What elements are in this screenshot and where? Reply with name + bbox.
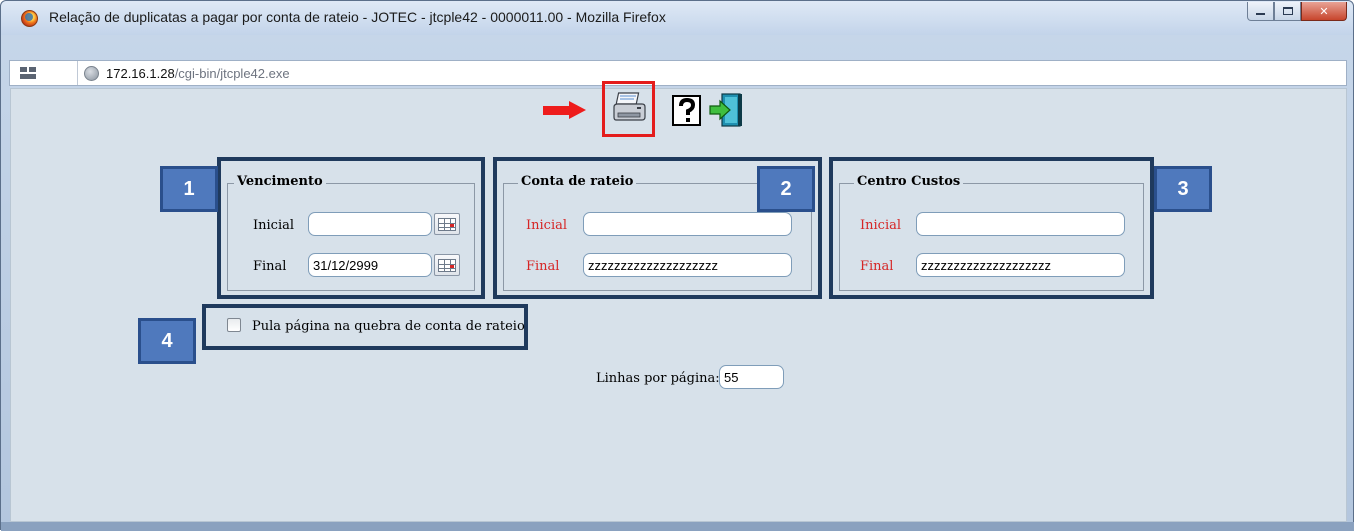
firefox-icon <box>21 10 38 27</box>
conta-rateio-final-label: Final <box>526 259 560 274</box>
help-button[interactable] <box>672 95 702 127</box>
maximize-button[interactable] <box>1274 2 1301 21</box>
exit-door-icon <box>709 93 742 127</box>
callout-badge-1: 1 <box>160 166 218 212</box>
callout-badge-4: 4 <box>138 318 196 364</box>
vencimento-inicial-label: Inicial <box>253 218 295 233</box>
panorama-icon[interactable] <box>20 67 36 79</box>
close-window-button[interactable]: ✕ <box>1301 2 1347 21</box>
window-controls: ✕ <box>1247 2 1347 21</box>
vencimento-legend: Vencimento <box>234 174 326 189</box>
pula-pagina-checkbox[interactable] <box>227 318 241 332</box>
close-icon: ✕ <box>1319 4 1329 18</box>
url-host: 172.16.1.28 <box>106 66 175 81</box>
vencimento-final-input[interactable] <box>308 253 432 277</box>
centro-custos-inicial-input[interactable] <box>916 212 1125 236</box>
exit-button[interactable] <box>708 92 748 128</box>
title-bar: Relação de duplicatas a pagar por conta … <box>1 1 1353 35</box>
address-bar[interactable]: 172.16.1.28/cgi-bin/jtcple42.exe <box>9 60 1347 86</box>
maximize-icon <box>1282 7 1293 15</box>
print-button[interactable] <box>602 81 655 137</box>
nav-separator <box>66 61 78 85</box>
linhas-por-pagina-input[interactable] <box>719 365 784 389</box>
linhas-por-pagina-label: Linhas por página: <box>596 371 720 386</box>
conta-rateio-inicial-label: Inicial <box>526 218 568 233</box>
url-text[interactable]: 172.16.1.28/cgi-bin/jtcple42.exe <box>106 66 290 81</box>
vencimento-inicial-calendar-button[interactable] <box>434 213 460 235</box>
printer-icon <box>612 92 646 121</box>
pula-pagina-label: Pula página na quebra de conta de rateio <box>252 319 525 334</box>
help-icon <box>672 95 701 126</box>
conta-rateio-inicial-input[interactable] <box>583 212 792 236</box>
minimize-icon <box>1256 13 1265 15</box>
vencimento-final-label: Final <box>253 259 287 274</box>
centro-custos-final-input[interactable] <box>916 253 1125 277</box>
conta-rateio-final-input[interactable] <box>583 253 792 277</box>
callout-badge-2: 2 <box>757 166 815 212</box>
vencimento-final-calendar-button[interactable] <box>434 254 460 276</box>
vencimento-inicial-input[interactable] <box>308 212 432 236</box>
browser-window: Relação de duplicatas a pagar por conta … <box>0 0 1354 531</box>
url-path: /cgi-bin/jtcple42.exe <box>174 66 290 81</box>
centro-custos-inicial-label: Inicial <box>860 218 902 233</box>
centro-custos-final-label: Final <box>860 259 894 274</box>
red-arrow-annotation <box>543 101 587 119</box>
minimize-button[interactable] <box>1247 2 1274 21</box>
conta-rateio-legend: Conta de rateio <box>518 174 637 189</box>
centro-custos-legend: Centro Custos <box>854 174 964 189</box>
site-identity-icon[interactable] <box>84 66 99 81</box>
callout-badge-3: 3 <box>1154 166 1212 212</box>
window-title: Relação de duplicatas a pagar por conta … <box>49 9 666 25</box>
